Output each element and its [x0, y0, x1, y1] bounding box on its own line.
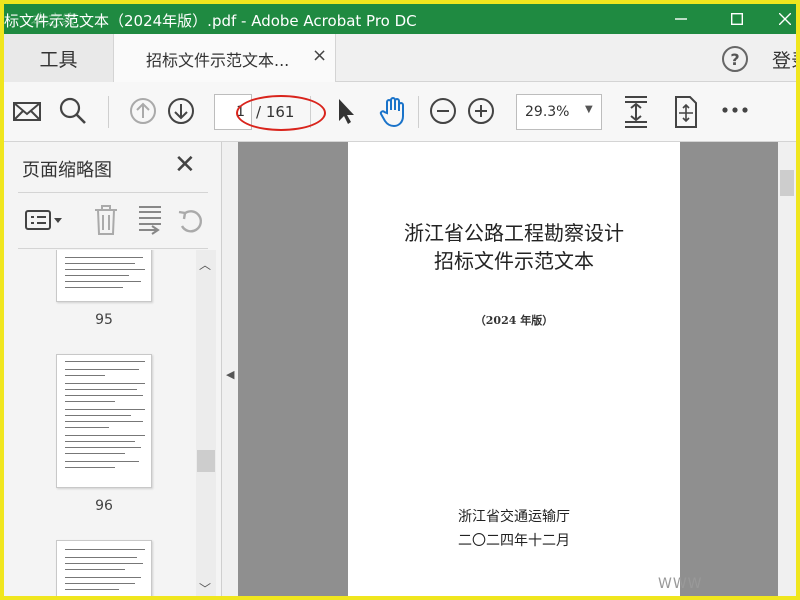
- sidebar-divider: [18, 248, 208, 249]
- document-title-line1: 浙江省公路工程勘察设计: [404, 221, 624, 245]
- search-button[interactable]: [58, 96, 88, 126]
- plus-circle-icon: [468, 98, 494, 124]
- thumbnail-options-button[interactable]: [24, 208, 64, 234]
- scrollbar-thumb[interactable]: [197, 450, 215, 472]
- tab-document-label: 招标文件示范文本...: [146, 51, 290, 70]
- sidebar-close-icon[interactable]: ✕: [174, 150, 196, 180]
- thumbnail-sidebar: 页面缩略图 ✕ 95 96 ︿ ﹀: [4, 142, 222, 596]
- login-link[interactable]: 登录: [772, 46, 796, 73]
- email-button[interactable]: [12, 96, 42, 126]
- tab-tools[interactable]: 工具: [4, 34, 114, 82]
- title-bar: 标文件示范文本（2024年版）.pdf - Adobe Acrobat Pro …: [4, 4, 796, 34]
- zoom-out-button[interactable]: [428, 96, 458, 126]
- sidebar-splitter[interactable]: ◀: [222, 142, 238, 596]
- watermark-www: WWW: [658, 576, 703, 592]
- envelope-icon: [13, 102, 41, 121]
- scroll-mode-button[interactable]: [672, 94, 700, 130]
- document-scrollbar[interactable]: [778, 142, 796, 596]
- maximize-button[interactable]: [714, 4, 760, 34]
- toolbar-separator: [108, 96, 109, 128]
- minimize-icon: [675, 18, 687, 20]
- maximize-icon: [731, 13, 743, 25]
- sidebar-title: 页面缩略图: [22, 160, 112, 181]
- thumbnail-page-number: 96: [95, 498, 113, 514]
- scrollbar-thumb[interactable]: [780, 170, 794, 196]
- insert-page-button[interactable]: [136, 204, 164, 236]
- document-view[interactable]: 浙江省公路工程勘察设计 招标文件示范文本 （2024 年版） 浙江省交通运输厅 …: [238, 142, 796, 596]
- close-icon: [779, 13, 791, 25]
- fit-page-icon: [625, 96, 647, 128]
- thumbnail-page[interactable]: [56, 354, 152, 488]
- rotate-icon: [178, 210, 203, 233]
- sidebar-scrollbar[interactable]: ︿ ﹀: [196, 250, 216, 596]
- zoom-in-button[interactable]: [466, 96, 496, 126]
- hand-tool-button[interactable]: [378, 96, 408, 128]
- thumbnail-list: 95 96: [4, 250, 196, 596]
- search-icon: [59, 97, 86, 124]
- hand-icon: [379, 97, 404, 128]
- thumbnail-page-number: 95: [95, 312, 113, 328]
- help-icon[interactable]: ?: [722, 46, 748, 72]
- close-window-button[interactable]: [762, 4, 796, 34]
- page-scroll-icon: [675, 96, 697, 128]
- insert-page-icon: [139, 206, 161, 235]
- thumbnail-page[interactable]: [56, 540, 152, 596]
- cursor-arrow-icon: [339, 99, 354, 124]
- document-edition: （2024 年版）: [474, 314, 554, 327]
- document-title-line2: 招标文件示范文本: [434, 249, 594, 273]
- more-tools-button[interactable]: [720, 98, 750, 122]
- toolbar-separator: [418, 96, 419, 128]
- chevron-down-icon: ▼: [585, 104, 593, 115]
- thumbnail-page[interactable]: [56, 250, 152, 302]
- collapse-arrow-icon[interactable]: ◀: [226, 368, 234, 381]
- main-toolbar: 1 / 161 29.3% ▼: [4, 82, 796, 142]
- sidebar-toolbar: [4, 200, 222, 246]
- watermark-text: 本之家: [30, 11, 76, 29]
- pdf-page: 浙江省公路工程勘察设计 招标文件示范文本 （2024 年版） 浙江省交通运输厅 …: [348, 142, 680, 596]
- minus-circle-icon: [430, 98, 456, 124]
- scroll-down-icon[interactable]: ﹀: [199, 580, 211, 596]
- trash-icon: [95, 205, 117, 235]
- previous-page-button[interactable]: [128, 96, 158, 126]
- select-tool-button[interactable]: [334, 96, 358, 126]
- document-date: 二〇二四年十二月: [458, 533, 570, 549]
- options-menu-icon: [25, 210, 62, 230]
- arrow-up-circle-icon: [130, 98, 156, 124]
- next-page-button[interactable]: [166, 96, 196, 126]
- more-dots-icon: [722, 107, 748, 113]
- delete-page-button[interactable]: [92, 204, 120, 236]
- zoom-value: 29.3%: [525, 104, 570, 120]
- tab-close-icon[interactable]: ×: [312, 45, 327, 66]
- fit-page-button[interactable]: [622, 94, 650, 130]
- tab-row: 工具 招标文件示范文本... × ? 登录: [4, 34, 796, 83]
- acrobat-window: 标文件示范文本（2024年版）.pdf - Adobe Acrobat Pro …: [4, 4, 796, 596]
- arrow-down-circle-icon: [168, 98, 194, 124]
- annotation-circle: [236, 95, 326, 131]
- sidebar-divider: [18, 192, 208, 193]
- minimize-button[interactable]: [658, 4, 704, 34]
- document-publisher: 浙江省交通运输厅: [458, 509, 570, 525]
- rotate-page-button[interactable]: [176, 206, 206, 236]
- scroll-up-icon[interactable]: ︿: [199, 256, 211, 273]
- tab-document[interactable]: 招标文件示范文本... ×: [114, 34, 336, 83]
- zoom-select[interactable]: 29.3% ▼: [516, 94, 602, 130]
